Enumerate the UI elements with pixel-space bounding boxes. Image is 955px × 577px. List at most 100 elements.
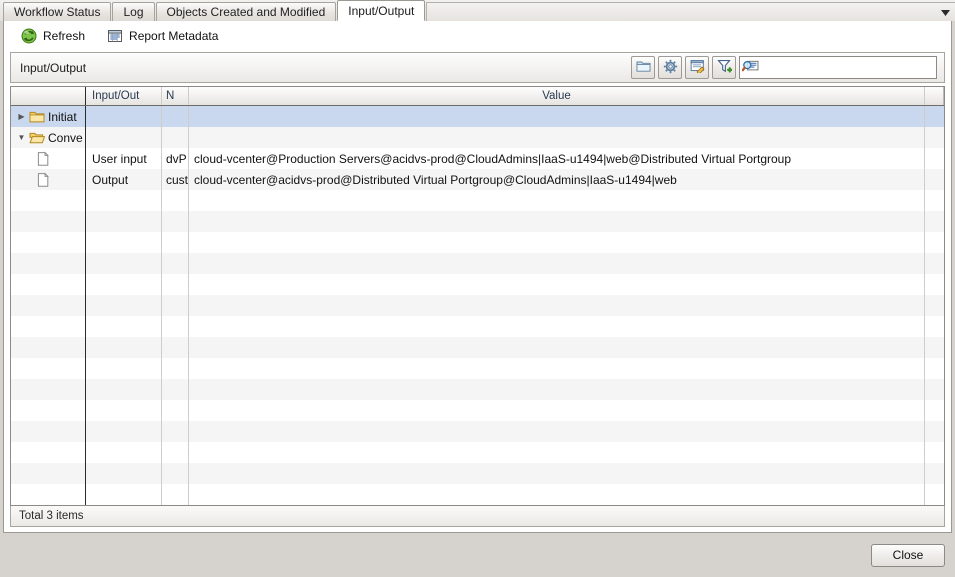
refresh-label: Refresh — [43, 28, 86, 43]
cell-tree: ▶ Initiat — [11, 106, 86, 127]
cell-empty — [189, 274, 925, 295]
cell-empty — [162, 274, 189, 295]
table-row[interactable]: Output cust cloud-vcenter@acidvs-prod@Dist… — [11, 169, 944, 190]
cell-empty — [86, 211, 162, 232]
cell-empty — [86, 358, 162, 379]
table-row[interactable]: ▼ Conve — [11, 127, 944, 148]
table-empty-row — [11, 232, 944, 253]
tab-workflow-status[interactable]: Workflow Status — [3, 2, 112, 21]
chevron-down-icon[interactable] — [937, 5, 953, 20]
cell-empty — [11, 358, 86, 379]
tab-bar-filler — [426, 2, 955, 21]
twisty-expanded-icon[interactable]: ▼ — [16, 132, 27, 143]
table-empty-row — [11, 316, 944, 337]
tab-input-output[interactable]: Input/Output — [337, 0, 426, 21]
cell-empty — [189, 379, 925, 400]
cell-input-output: User input — [86, 148, 162, 169]
search-field[interactable] — [739, 56, 937, 79]
cell-empty — [11, 463, 86, 484]
document-icon — [37, 151, 49, 166]
add-filter-button[interactable] — [712, 56, 736, 79]
cell-name: dvP — [162, 148, 189, 169]
report-metadata-label: Report Metadata — [129, 28, 219, 43]
table-row[interactable]: ▶ Initiat — [11, 106, 944, 127]
cell-empty — [189, 421, 925, 442]
close-button[interactable]: Close — [871, 543, 945, 567]
cell-empty — [162, 463, 189, 484]
cell-tail — [925, 127, 944, 148]
cell-empty — [11, 421, 86, 442]
column-header-tree[interactable] — [11, 87, 86, 105]
cell-empty — [925, 190, 944, 211]
cell-empty — [189, 232, 925, 253]
cell-empty — [11, 337, 86, 358]
cell-empty — [189, 190, 925, 211]
cell-empty — [162, 421, 189, 442]
cell-empty — [86, 274, 162, 295]
folder-button[interactable] — [631, 56, 655, 79]
tree-label: Conve — [48, 130, 83, 145]
cell-empty — [162, 442, 189, 463]
cell-empty — [925, 274, 944, 295]
tab-log[interactable]: Log — [112, 2, 155, 21]
cell-input-output — [86, 127, 162, 148]
report-icon — [107, 28, 123, 44]
table-empty-row — [11, 274, 944, 295]
cell-empty — [162, 253, 189, 274]
cell-empty — [162, 379, 189, 400]
cell-name: cust — [162, 169, 189, 190]
cell-empty — [11, 253, 86, 274]
tab-label: Workflow Status — [14, 5, 101, 19]
cell-name — [162, 106, 189, 127]
cell-tail — [925, 169, 944, 190]
search-input[interactable] — [759, 58, 936, 77]
refresh-button[interactable]: Refresh — [14, 24, 92, 48]
folder-open-icon — [29, 132, 45, 143]
table-empty-row — [11, 379, 944, 400]
cell-value: cloud-vcenter@Production Servers@acidvs-… — [189, 148, 925, 169]
cell-empty — [925, 337, 944, 358]
cell-empty — [11, 232, 86, 253]
column-header-name[interactable]: N — [162, 87, 189, 105]
tree-label: Initiat — [48, 109, 77, 124]
cell-empty — [189, 400, 925, 421]
cell-tree — [11, 148, 86, 169]
cell-empty — [162, 190, 189, 211]
cell-empty — [11, 274, 86, 295]
tab-label: Input/Output — [348, 4, 415, 18]
cell-input-output — [86, 106, 162, 127]
cell-empty — [925, 484, 944, 505]
column-header-tail[interactable] — [925, 87, 944, 105]
cell-empty — [925, 358, 944, 379]
table-empty-row — [11, 442, 944, 463]
cell-empty — [86, 295, 162, 316]
table-empty-row — [11, 190, 944, 211]
cell-empty — [162, 316, 189, 337]
settings-button[interactable] — [658, 56, 682, 79]
edit-document-icon — [690, 59, 705, 76]
filter-bar: Input/Output — [10, 52, 945, 83]
table-row[interactable]: User input dvP cloud-vcenter@Production Se… — [11, 148, 944, 169]
column-header-input-output[interactable]: Input/Out — [86, 87, 162, 105]
cell-empty — [11, 400, 86, 421]
report-metadata-button[interactable]: Report Metadata — [100, 24, 225, 48]
column-header-value[interactable]: Value — [189, 87, 925, 105]
cell-empty — [162, 232, 189, 253]
cell-empty — [86, 421, 162, 442]
cell-empty — [11, 442, 86, 463]
table-empty-row — [11, 358, 944, 379]
cell-value — [189, 106, 925, 127]
cell-empty — [925, 421, 944, 442]
cell-empty — [86, 232, 162, 253]
cell-empty — [86, 379, 162, 400]
folder-icon — [636, 59, 651, 76]
cell-empty — [11, 295, 86, 316]
twisty-collapsed-icon[interactable]: ▶ — [16, 111, 27, 122]
filter-add-icon — [716, 59, 733, 77]
edit-document-button[interactable] — [685, 56, 709, 79]
gear-icon — [663, 59, 678, 77]
cell-empty — [162, 295, 189, 316]
cell-empty — [86, 190, 162, 211]
cell-empty — [11, 316, 86, 337]
tab-objects-created-and-modified[interactable]: Objects Created and Modified — [155, 2, 337, 21]
